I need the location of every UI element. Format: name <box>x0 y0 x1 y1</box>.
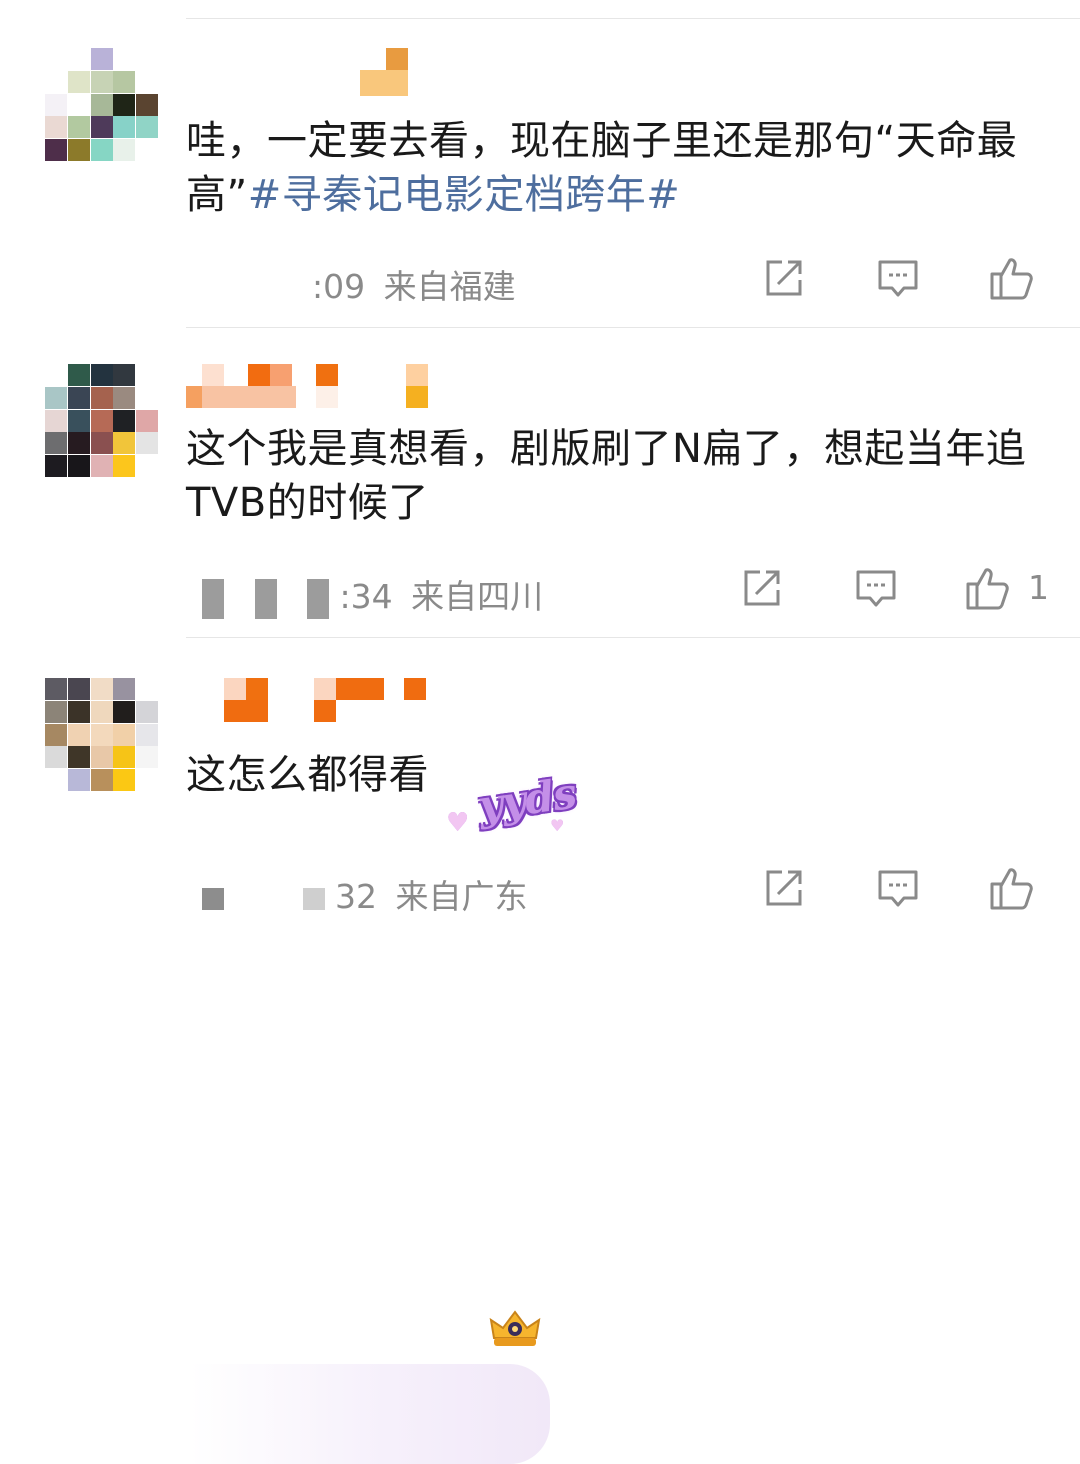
comment-icon <box>856 570 896 607</box>
action-bar <box>0 254 1080 302</box>
heart-icon: ♥ <box>446 808 470 838</box>
username-masked[interactable] <box>186 48 426 100</box>
username-masked[interactable] <box>186 364 446 416</box>
share-icon <box>766 870 802 906</box>
comment-item-1: 哇，一定要去看，现在脑子里还是那句“天命最高”#寻秦记电影定档跨年# :09 来… <box>0 18 1080 328</box>
share-button[interactable] <box>760 864 808 912</box>
share-button[interactable] <box>760 254 808 302</box>
comment-item-3: 这怎么都得看 yyds ♥ ♥ 32 来自广东 <box>0 638 1080 1464</box>
thumbs-up-icon <box>990 868 1033 910</box>
avatar[interactable] <box>45 48 159 162</box>
share-button[interactable] <box>738 564 786 612</box>
share-icon <box>744 570 780 606</box>
comment-icon <box>878 260 918 297</box>
username-masked[interactable] <box>186 678 446 730</box>
comment-text: 这个我是真想看，剧版刷了N扁了，想起当年追TVB的时候了 <box>186 426 1027 526</box>
action-bar: 1 <box>0 564 1080 612</box>
avatar[interactable] <box>45 364 159 478</box>
like-count: 1 <box>1028 568 1049 607</box>
hashtag-link[interactable]: #寻秦记电影定档跨年# <box>248 172 681 218</box>
comment-button[interactable] <box>874 254 922 302</box>
action-bar <box>0 864 1080 912</box>
like-button[interactable] <box>988 254 1036 302</box>
avatar[interactable] <box>45 678 159 792</box>
like-button[interactable] <box>988 864 1036 912</box>
thumbs-up-icon <box>966 568 1009 610</box>
comment-text: 哇，一定要去看，现在脑子里还是那句“天命最高”#寻秦记电影定档跨年# <box>186 118 1018 218</box>
share-icon <box>766 260 802 296</box>
heart-icon: ♥ <box>550 816 565 835</box>
bubble-sticker <box>190 1364 550 1464</box>
comment-icon <box>878 870 918 907</box>
thumbs-up-icon <box>990 258 1033 300</box>
comment-text: 这怎么都得看 <box>186 752 429 798</box>
comment-button[interactable] <box>874 864 922 912</box>
comment-item-2: 这个我是真想看，剧版刷了N扁了，想起当年追TVB的时候了 :34 来自四川 1 <box>0 328 1080 638</box>
like-button[interactable] <box>964 564 1012 612</box>
crown-badge-icon <box>489 1310 541 1346</box>
comment-button[interactable] <box>852 564 900 612</box>
